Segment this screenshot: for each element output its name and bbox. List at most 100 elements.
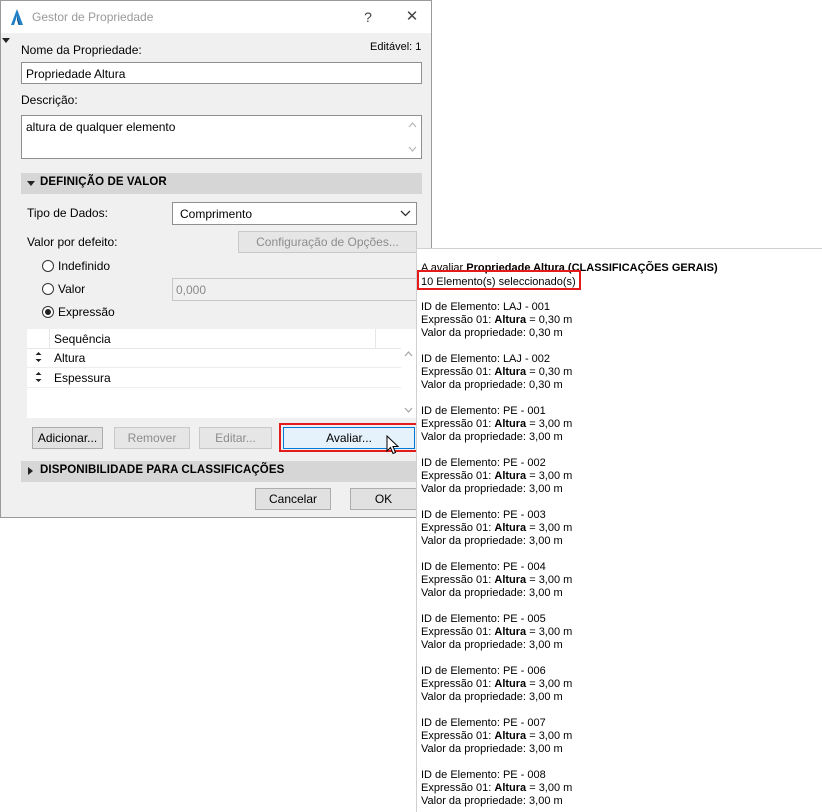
element-id-prefix: ID de Elemento:	[421, 769, 503, 781]
value-prefix: Valor da propriedade:	[421, 795, 530, 807]
cancel-button[interactable]: Cancelar	[255, 488, 331, 510]
expression-prefix: Expressão 01:	[421, 314, 495, 326]
expression-name: Altura	[494, 782, 527, 794]
mouse-pointer-icon	[386, 435, 400, 455]
element-id: PE - 002	[502, 457, 546, 469]
availability-header[interactable]: DISPONIBILIDADE PARA CLASSIFICAÇÕES	[21, 461, 422, 482]
element-expression-line: Expressão 01: Altura = 0,30 m	[421, 366, 572, 379]
property-manager-dialog: Gestor de Propriedade ? ✕ Nome da Propri…	[0, 0, 432, 518]
property-value: 3,00 m	[529, 587, 563, 599]
expression-name: Altura	[494, 366, 527, 378]
help-button[interactable]: ?	[357, 7, 379, 27]
ok-button[interactable]: OK	[350, 488, 417, 510]
list-item-label: Altura	[54, 351, 86, 365]
element-expression-line: Expressão 01: Altura = 0,30 m	[421, 314, 572, 327]
expression-result: = 3,00 m	[526, 782, 573, 794]
edit-button[interactable]: Editar...	[199, 427, 272, 449]
element-expression-line: Expressão 01: Altura = 3,00 m	[421, 730, 572, 743]
selected-count: 10 Elemento(s) seleccionado(s)	[421, 276, 576, 288]
drag-handle-icon[interactable]	[35, 351, 42, 363]
element-value-line: Valor da propriedade: 3,00 m	[421, 431, 563, 444]
expression-name: Altura	[494, 678, 527, 690]
scroll-arrows-icon	[404, 351, 413, 413]
element-expression-line: Expressão 01: Altura = 3,00 m	[421, 782, 572, 795]
radio-value[interactable]	[42, 283, 54, 295]
value-prefix: Valor da propriedade:	[421, 379, 530, 391]
element-id-line: ID de Elemento: PE - 005	[421, 613, 546, 626]
element-id: PE - 005	[502, 613, 546, 625]
description-text: altura de qualquer elemento	[26, 120, 176, 134]
element-id: PE - 001	[502, 405, 546, 417]
element-value-line: Valor da propriedade: 3,00 m	[421, 795, 563, 808]
value-prefix: Valor da propriedade:	[421, 587, 530, 599]
element-expression-line: Expressão 01: Altura = 3,00 m	[421, 418, 572, 431]
property-value: 3,00 m	[529, 535, 563, 547]
element-id: PE - 006	[502, 665, 546, 677]
default-value-label: Valor por defeito:	[27, 235, 118, 249]
element-id-prefix: ID de Elemento:	[421, 353, 503, 365]
element-id: LAJ - 002	[502, 353, 551, 365]
list-item[interactable]: Altura	[27, 348, 401, 368]
element-value-line: Valor da propriedade: 0,30 m	[421, 327, 563, 340]
expression-name: Altura	[494, 418, 527, 430]
description-label: Descrição:	[21, 93, 78, 107]
expression-result: = 3,00 m	[526, 678, 573, 690]
list-item[interactable]: Espessura	[27, 368, 401, 388]
element-id-line: ID de Elemento: LAJ - 002	[421, 353, 550, 366]
expression-list-header: Sequência	[27, 329, 401, 349]
expression-name: Altura	[494, 730, 527, 742]
element-id-prefix: ID de Elemento:	[421, 561, 503, 573]
description-scrollbar[interactable]	[405, 117, 420, 157]
value-prefix: Valor da propriedade:	[421, 743, 530, 755]
list-scrollbar[interactable]	[401, 329, 416, 418]
element-id-prefix: ID de Elemento:	[421, 665, 503, 677]
value-definition-header[interactable]: DEFINIÇÃO DE VALOR	[21, 173, 422, 194]
expression-result: = 3,00 m	[526, 574, 573, 586]
expression-name: Altura	[494, 522, 527, 534]
value-field[interactable]: 0,000	[172, 278, 417, 301]
expression-list[interactable]: Sequência Altura Espessura	[27, 329, 401, 418]
add-button[interactable]: Adicionar...	[32, 427, 103, 449]
data-type-label: Tipo de Dados:	[27, 206, 108, 220]
element-value-line: Valor da propriedade: 3,00 m	[421, 587, 563, 600]
radio-undefined[interactable]	[42, 260, 54, 272]
property-value: 3,00 m	[529, 743, 563, 755]
remove-button[interactable]: Remover	[114, 427, 190, 449]
element-expression-line: Expressão 01: Altura = 3,00 m	[421, 678, 572, 691]
element-expression-line: Expressão 01: Altura = 3,00 m	[421, 470, 572, 483]
element-id: LAJ - 001	[502, 301, 551, 313]
data-type-value: Comprimento	[180, 207, 253, 221]
value-prefix: Valor da propriedade:	[421, 691, 530, 703]
dialog-title: Gestor de Propriedade	[32, 10, 154, 24]
expression-prefix: Expressão 01:	[421, 574, 495, 586]
element-id-prefix: ID de Elemento:	[421, 509, 503, 521]
column-divider	[49, 329, 50, 348]
element-id-line: ID de Elemento: PE - 008	[421, 769, 546, 782]
value-prefix: Valor da propriedade:	[421, 431, 530, 443]
close-button[interactable]: ✕	[400, 6, 424, 28]
drag-handle-icon[interactable]	[35, 371, 42, 383]
expression-prefix: Expressão 01:	[421, 782, 495, 794]
element-value-line: Valor da propriedade: 3,00 m	[421, 483, 563, 496]
element-id-line: ID de Elemento: PE - 002	[421, 457, 546, 470]
editable-count: Editável: 1	[370, 41, 422, 53]
options-config-button[interactable]: Configuração de Opções...	[238, 231, 417, 253]
element-id: PE - 004	[502, 561, 546, 573]
element-id-line: ID de Elemento: PE - 007	[421, 717, 546, 730]
description-field[interactable]: altura de qualquer elemento	[21, 115, 422, 159]
expression-result: = 3,00 m	[526, 730, 573, 742]
element-value-line: Valor da propriedade: 3,00 m	[421, 639, 563, 652]
element-id: PE - 008	[502, 769, 546, 781]
title-bar[interactable]: Gestor de Propriedade ? ✕	[1, 1, 431, 33]
expression-name: Altura	[494, 314, 527, 326]
element-value-line: Valor da propriedade: 0,30 m	[421, 379, 563, 392]
element-id-prefix: ID de Elemento:	[421, 457, 503, 469]
property-name-field[interactable]: Propriedade Altura	[21, 62, 422, 84]
data-type-select[interactable]: Comprimento	[172, 202, 417, 225]
expression-name: Altura	[494, 470, 527, 482]
radio-expression[interactable]	[42, 306, 54, 318]
evaluation-result-panel: A avaliar Propriedade Altura (CLASSIFICA…	[416, 248, 822, 812]
element-value-line: Valor da propriedade: 3,00 m	[421, 535, 563, 548]
property-value: 3,00 m	[529, 639, 563, 651]
element-id-prefix: ID de Elemento:	[421, 717, 503, 729]
